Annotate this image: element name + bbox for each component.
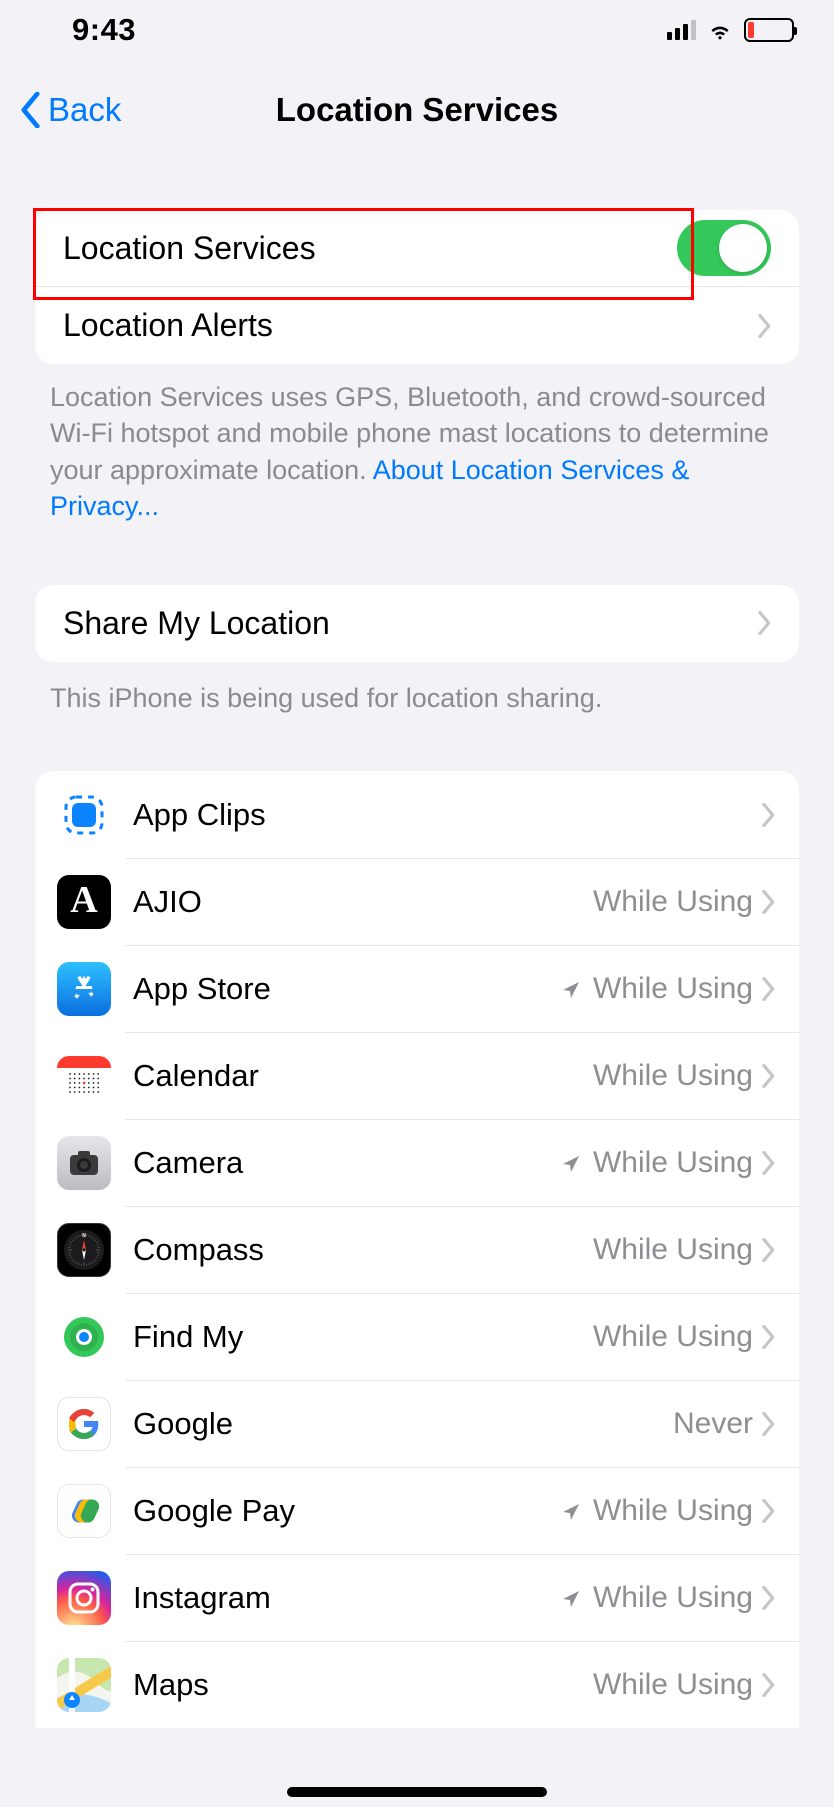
- camera-icon: [57, 1136, 111, 1190]
- findmy-icon: [57, 1310, 111, 1364]
- app-status: While Using: [593, 1494, 753, 1528]
- row-label: Share My Location: [63, 605, 749, 642]
- app-name: Camera: [133, 1145, 561, 1181]
- app-row-calendar[interactable]: CalendarWhile Using: [35, 1032, 799, 1119]
- app-row-ajio[interactable]: A AJIOWhile Using: [35, 858, 799, 945]
- chevron-right-icon: [761, 977, 775, 1001]
- row-share-my-location[interactable]: Share My Location: [35, 585, 799, 662]
- home-indicator: [287, 1787, 547, 1797]
- back-button[interactable]: Back: [20, 91, 121, 129]
- app-status: While Using: [593, 1233, 753, 1267]
- app-status: While Using: [593, 1668, 753, 1702]
- app-name: Maps: [133, 1667, 593, 1703]
- app-name: Google: [133, 1406, 673, 1442]
- app-name: Google Pay: [133, 1493, 561, 1529]
- section2-footer: This iPhone is being used for location s…: [50, 680, 784, 716]
- app-status: While Using: [593, 1059, 753, 1093]
- appstore-icon: [57, 962, 111, 1016]
- chevron-right-icon: [761, 1499, 775, 1523]
- chevron-right-icon: [761, 1151, 775, 1175]
- battery-icon: [744, 18, 794, 42]
- back-label: Back: [48, 91, 121, 129]
- instagram-icon: [57, 1571, 111, 1625]
- app-status: While Using: [593, 1581, 753, 1615]
- row-location-alerts[interactable]: Location Alerts: [35, 287, 799, 364]
- app-status: While Using: [593, 1320, 753, 1354]
- location-services-toggle[interactable]: [677, 220, 771, 276]
- chevron-right-icon: [761, 1325, 775, 1349]
- wifi-icon: [706, 20, 734, 40]
- ajio-icon: A: [57, 875, 111, 929]
- app-row-findmy[interactable]: Find MyWhile Using: [35, 1293, 799, 1380]
- nav-bar: Back Location Services: [0, 60, 834, 160]
- svg-text:N: N: [82, 1233, 86, 1239]
- appclips-icon: [57, 788, 111, 842]
- app-name: Instagram: [133, 1580, 561, 1616]
- app-name: AJIO: [133, 884, 593, 920]
- app-name: Compass: [133, 1232, 593, 1268]
- status-bar: 9:43: [0, 0, 834, 60]
- app-row-appstore[interactable]: App Store While Using: [35, 945, 799, 1032]
- status-icons: [667, 18, 794, 42]
- compass-icon: N: [57, 1223, 111, 1277]
- section1-footer: Location Services uses GPS, Bluetooth, a…: [50, 379, 784, 525]
- location-arrow-icon: [561, 1153, 581, 1173]
- chevron-right-icon: [761, 1238, 775, 1262]
- location-arrow-icon: [561, 1588, 581, 1608]
- location-arrow-icon: [561, 1501, 581, 1521]
- app-row-maps[interactable]: MapsWhile Using: [35, 1641, 799, 1728]
- section-apps: App ClipsAAJIOWhile UsingApp StoreWhile …: [35, 771, 799, 1728]
- section-location-services: Location Services Location Alerts: [35, 210, 799, 364]
- app-row-compass[interactable]: N CompassWhile Using: [35, 1206, 799, 1293]
- app-name: App Clips: [133, 797, 753, 833]
- gpay-icon: [57, 1484, 111, 1538]
- app-status: While Using: [593, 885, 753, 919]
- location-arrow-icon: [561, 979, 581, 999]
- row-label: Location Services: [63, 230, 677, 267]
- chevron-right-icon: [761, 803, 775, 827]
- chevron-left-icon: [20, 92, 42, 128]
- chevron-right-icon: [761, 1586, 775, 1610]
- google-icon: [57, 1397, 111, 1451]
- chevron-right-icon: [757, 314, 771, 338]
- app-row-appclips[interactable]: App Clips: [35, 771, 799, 858]
- section-share-location: Share My Location: [35, 585, 799, 662]
- app-row-google[interactable]: GoogleNever: [35, 1380, 799, 1467]
- maps-icon: [57, 1658, 111, 1712]
- app-status: While Using: [593, 1146, 753, 1180]
- chevron-right-icon: [761, 1412, 775, 1436]
- app-name: Find My: [133, 1319, 593, 1355]
- chevron-right-icon: [761, 1673, 775, 1697]
- app-name: Calendar: [133, 1058, 593, 1094]
- status-time: 9:43: [72, 12, 136, 48]
- app-row-instagram[interactable]: Instagram While Using: [35, 1554, 799, 1641]
- calendar-icon: [57, 1049, 111, 1103]
- chevron-right-icon: [761, 890, 775, 914]
- row-location-services-toggle[interactable]: Location Services: [35, 210, 799, 287]
- row-label: Location Alerts: [63, 307, 749, 344]
- cellular-icon: [667, 20, 696, 40]
- app-name: App Store: [133, 971, 561, 1007]
- app-status: While Using: [593, 972, 753, 1006]
- chevron-right-icon: [757, 611, 771, 635]
- app-status: Never: [673, 1407, 753, 1441]
- chevron-right-icon: [761, 1064, 775, 1088]
- app-row-camera[interactable]: Camera While Using: [35, 1119, 799, 1206]
- page-title: Location Services: [0, 91, 834, 129]
- app-row-gpay[interactable]: Google Pay While Using: [35, 1467, 799, 1554]
